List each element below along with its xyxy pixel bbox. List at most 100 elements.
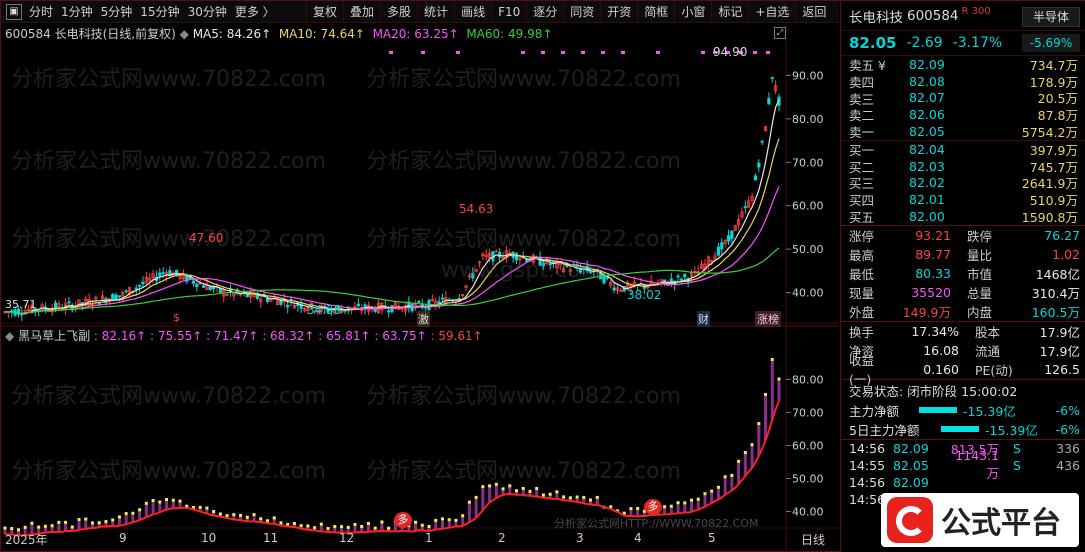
kline-chart-area[interactable]: 90.00 80.00 70.00 60.00 50.00 40.00 80.00 70.0… xyxy=(1,23,839,552)
tool-back[interactable]: 返回 xyxy=(795,0,832,23)
y-tick-label: 40.00 xyxy=(792,287,824,300)
sub-y-axis: 80.00 70.00 60.00 50.00 40.00 xyxy=(786,373,824,518)
tool-fuquan[interactable]: 复权 xyxy=(306,0,343,23)
annot-high-max: 94.90 xyxy=(713,45,748,59)
asks-row[interactable]: 卖三 82.07 20.5万 xyxy=(841,90,1085,106)
period-label: 日线 xyxy=(801,533,826,547)
sub-block xyxy=(70,525,74,529)
candle-body xyxy=(753,175,758,181)
tool-biaoji[interactable]: 标记 xyxy=(711,0,748,23)
tool-f10[interactable]: F10 xyxy=(491,0,526,23)
stat-value: 35520 xyxy=(911,284,951,300)
candle-body xyxy=(117,295,122,298)
sub-block xyxy=(245,515,249,519)
stat-row: 收益(一) 0.160 PE(动) 126.5 xyxy=(841,353,1085,387)
tool-duogu[interactable]: 多股 xyxy=(380,0,417,23)
asks-row[interactable]: 卖一 82.05 5754.2万 xyxy=(841,123,1085,140)
sub-block xyxy=(373,526,377,530)
sub-block xyxy=(750,443,754,447)
sub-block xyxy=(138,508,142,512)
x-label: 4 xyxy=(634,531,642,545)
sub-bar xyxy=(730,475,734,491)
panel-toggle-icon[interactable]: ▣ xyxy=(6,3,22,20)
period-tab-30min[interactable]: 30分钟 xyxy=(184,1,231,23)
period-tab-fenshi[interactable]: 分时 xyxy=(25,1,57,23)
stat-value: 89.77 xyxy=(915,246,951,262)
legend-dropdown-icon[interactable]: ◆ xyxy=(180,27,189,41)
bids-row[interactable]: 买一 82.04 397.9万 xyxy=(841,141,1085,158)
candle-body xyxy=(525,259,529,262)
sub-block xyxy=(723,475,727,479)
sub-block xyxy=(508,484,512,488)
sub-val-7: : 59.61↑ xyxy=(430,329,483,343)
sub-bar xyxy=(57,522,61,532)
annot-left-val: 35.71 xyxy=(5,298,37,311)
bids-row[interactable]: 买五 82.00 1590.8万 xyxy=(841,208,1085,225)
stat-key: 最高 xyxy=(849,247,875,263)
tick-side: S xyxy=(1013,457,1021,473)
candle-body xyxy=(191,280,196,284)
sub-bar xyxy=(84,519,88,530)
bids-row[interactable]: 买三 82.02 2641.9万 xyxy=(841,175,1085,191)
sub-legend-icon[interactable]: ◆ xyxy=(5,329,14,343)
x-label: 2025年 xyxy=(5,533,48,547)
period-tab-more[interactable]: 更多 〉 xyxy=(231,1,279,23)
stats-block-2: 换手 17.34% 股本 17.9亿 净资 16.08 流通 17.9亿 收益(一)… xyxy=(841,320,1085,387)
marker-cai[interactable]: 财 xyxy=(697,311,710,327)
sub-y-tick-label: 70.00 xyxy=(792,406,824,419)
tool-huaxian[interactable]: 画线 xyxy=(454,0,491,23)
sub-val-6: : 63.75↑ xyxy=(374,329,427,343)
quote-header: 长电科技 600584 R 300 半导体 xyxy=(841,1,1085,31)
sub-block xyxy=(111,518,115,522)
sub-block xyxy=(737,459,741,463)
tool-add-watchlist[interactable]: +自选 xyxy=(748,0,795,23)
asks-row[interactable]: 卖五 ¥ 82.09 734.7万 xyxy=(841,56,1085,73)
main-y-axis: 90.00 80.00 70.00 60.00 50.00 40.00 xyxy=(786,69,824,300)
period-tab-5min[interactable]: 5分钟 xyxy=(97,1,137,23)
marker-zhangbang[interactable]: 涨榜 xyxy=(755,311,781,327)
sub-block xyxy=(239,513,243,517)
flow-row: 5日主力净额 -15.39亿 -6% xyxy=(841,420,1085,439)
legend-title: 600584 长电科技(日线,前复权) xyxy=(5,27,176,41)
stat-key-2: 市值 xyxy=(967,266,993,282)
sector-button[interactable]: 半导体 xyxy=(1022,7,1080,27)
bids-row[interactable]: 买二 82.03 745.7万 xyxy=(841,158,1085,175)
sub-block xyxy=(555,490,559,494)
period-tab-1min[interactable]: 1分钟 xyxy=(57,1,97,23)
bids-price: 82.00 xyxy=(909,209,945,225)
candle-body xyxy=(67,301,71,304)
sub-block xyxy=(232,513,236,517)
site-logo: 公式平台 xyxy=(881,493,1079,547)
asks-row[interactable]: 卖二 82.06 87.8万 xyxy=(841,106,1085,123)
marker-ji[interactable]: 激 xyxy=(417,311,430,327)
tool-zhufen[interactable]: 逐分 xyxy=(526,0,563,23)
tool-tongji[interactable]: 统计 xyxy=(417,0,454,23)
tool-kaizi[interactable]: 开资 xyxy=(600,0,637,23)
asks-row[interactable]: 卖四 82.08 178.9万 xyxy=(841,73,1085,90)
sub-block xyxy=(151,499,155,503)
sub-block xyxy=(481,485,485,489)
stat-value: 0.160 xyxy=(923,361,959,377)
bids-row[interactable]: 买四 82.01 510.9万 xyxy=(841,191,1085,208)
x-label: 5 xyxy=(708,531,716,545)
tool-jiankuang[interactable]: 简框 xyxy=(637,0,674,23)
ma-lines xyxy=(4,99,780,315)
sub-bar xyxy=(508,486,512,495)
candle-body xyxy=(767,98,771,105)
asks-label: 卖一 xyxy=(849,125,875,141)
flow-pct: -6% xyxy=(1055,421,1080,437)
sub-title: 黑马草上飞副 xyxy=(18,329,91,343)
tool-diejia[interactable]: 叠加 xyxy=(343,0,380,23)
ma10-line xyxy=(4,138,780,314)
sub-block xyxy=(420,523,424,527)
expand-chart-icon[interactable]: ⤢ xyxy=(774,27,786,39)
period-tab-15min[interactable]: 15分钟 xyxy=(136,1,183,23)
tool-xiaochuang[interactable]: 小窗 xyxy=(674,0,711,23)
candle-body xyxy=(373,308,377,313)
tool-tongzi[interactable]: 同资 xyxy=(563,0,600,23)
candle-body xyxy=(208,286,212,290)
marker-dollar: $ xyxy=(173,311,180,324)
sub-block xyxy=(454,518,458,522)
price-change-pct: -3.17% xyxy=(952,35,1003,51)
sub-block xyxy=(770,357,774,361)
